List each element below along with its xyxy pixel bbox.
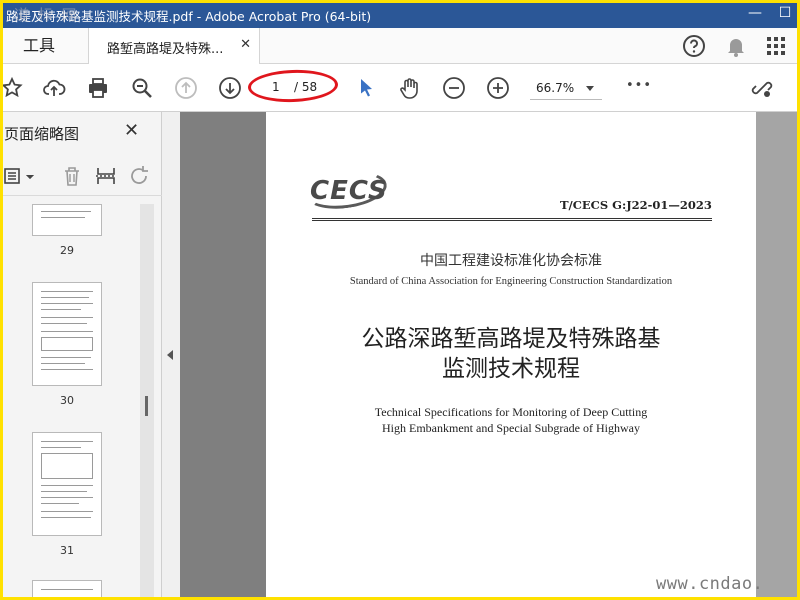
tab-document[interactable]: 路堑高路堤及特殊... ✕ <box>88 28 260 64</box>
minimize-button[interactable]: — <box>740 0 770 28</box>
title-en-line1: Technical Specifications for Monitoring … <box>374 405 648 419</box>
association-name-cn: 中国工程建设标准化协会标准 <box>420 253 602 269</box>
close-tab-icon[interactable]: ✕ <box>240 37 251 52</box>
rotate-page-icon[interactable] <box>128 164 152 188</box>
title-cn-line1: 公路深路堑高路堤及特殊路基 <box>361 326 661 352</box>
document-title-cn: 公路深路堑高路堤及特殊路基 监测技术规程 <box>266 324 756 384</box>
delete-page-icon[interactable] <box>60 164 84 188</box>
tab-tools[interactable]: 工具 <box>0 28 78 64</box>
watermark-bottom: www.cndao. <box>656 574 764 594</box>
zoom-out-icon[interactable] <box>442 76 466 100</box>
title-bar: 路堤及特殊路基监测技术规程.pdf - Adobe Acrobat Pro (6… <box>0 0 800 28</box>
cloud-upload-icon[interactable] <box>42 76 66 100</box>
thumbnail-toolbar <box>0 156 162 196</box>
zoom-in-icon[interactable] <box>486 76 510 100</box>
association-name-en: Standard of China Association for Engine… <box>349 276 673 287</box>
zoom-level-dropdown[interactable]: 66.7% <box>530 78 602 100</box>
thumbnail-page[interactable] <box>32 432 102 536</box>
thumbnail-panel-header: 页面缩略图 ✕ <box>0 112 162 152</box>
print-icon[interactable] <box>86 76 110 100</box>
tab-bar: 工具 路堑高路堤及特殊... ✕ <box>0 28 800 64</box>
thumbnail-panel-title: 页面缩略图 <box>4 125 80 143</box>
next-page-icon[interactable] <box>218 76 242 100</box>
standard-number: T/CECS G:J22-01—2023 <box>560 198 712 212</box>
zoom-search-icon[interactable] <box>130 76 154 100</box>
scrollbar-thumb[interactable] <box>145 396 148 416</box>
title-en-line2: High Embankment and Special Subgrade of … <box>382 421 640 435</box>
apps-grid-icon[interactable] <box>764 34 788 58</box>
thumbnail-page-number: 29 <box>60 244 74 257</box>
header-rule <box>312 218 712 221</box>
document-title-en: Technical Specifications for Monitoring … <box>266 404 756 436</box>
zoom-level-value: 66.7% <box>536 81 575 95</box>
thumbnail-page-number: 30 <box>60 394 74 407</box>
thumbnail-scrollbar[interactable] <box>140 204 154 600</box>
bookmark-star-icon[interactable] <box>0 76 24 100</box>
thumbnail-panel: 页面缩略图 ✕ 29 30 31 <box>0 112 162 600</box>
help-icon[interactable] <box>682 34 706 58</box>
chevron-down-icon <box>586 86 594 91</box>
thumbnail-page[interactable] <box>32 282 102 386</box>
collapse-panel-arrow-icon[interactable] <box>167 350 173 360</box>
more-tools-button[interactable]: ••• <box>626 78 652 93</box>
document-margin <box>756 112 800 600</box>
thumbnail-page-number: 31 <box>60 544 74 557</box>
watermark-top: 道 标 网 <box>14 6 79 24</box>
bell-icon[interactable] <box>724 34 748 58</box>
close-panel-icon[interactable]: ✕ <box>124 120 139 141</box>
extract-page-icon[interactable] <box>94 164 118 188</box>
select-arrow-icon[interactable] <box>354 76 378 100</box>
maximize-button[interactable]: ☐ <box>770 0 800 28</box>
thumbnail-options-icon[interactable] <box>4 164 38 188</box>
cecs-logo: CECS <box>310 176 388 206</box>
previous-page-icon[interactable] <box>174 76 198 100</box>
share-link-icon[interactable] <box>750 76 774 100</box>
title-cn-line2: 监测技术规程 <box>442 356 580 382</box>
hand-tool-icon[interactable] <box>398 76 422 100</box>
thumbnail-page[interactable] <box>32 204 102 236</box>
main-toolbar: 1 / 58 66.7% ••• <box>0 64 800 112</box>
tab-document-label: 路堑高路堤及特殊... <box>107 42 224 57</box>
thumbnail-page[interactable] <box>32 580 102 600</box>
